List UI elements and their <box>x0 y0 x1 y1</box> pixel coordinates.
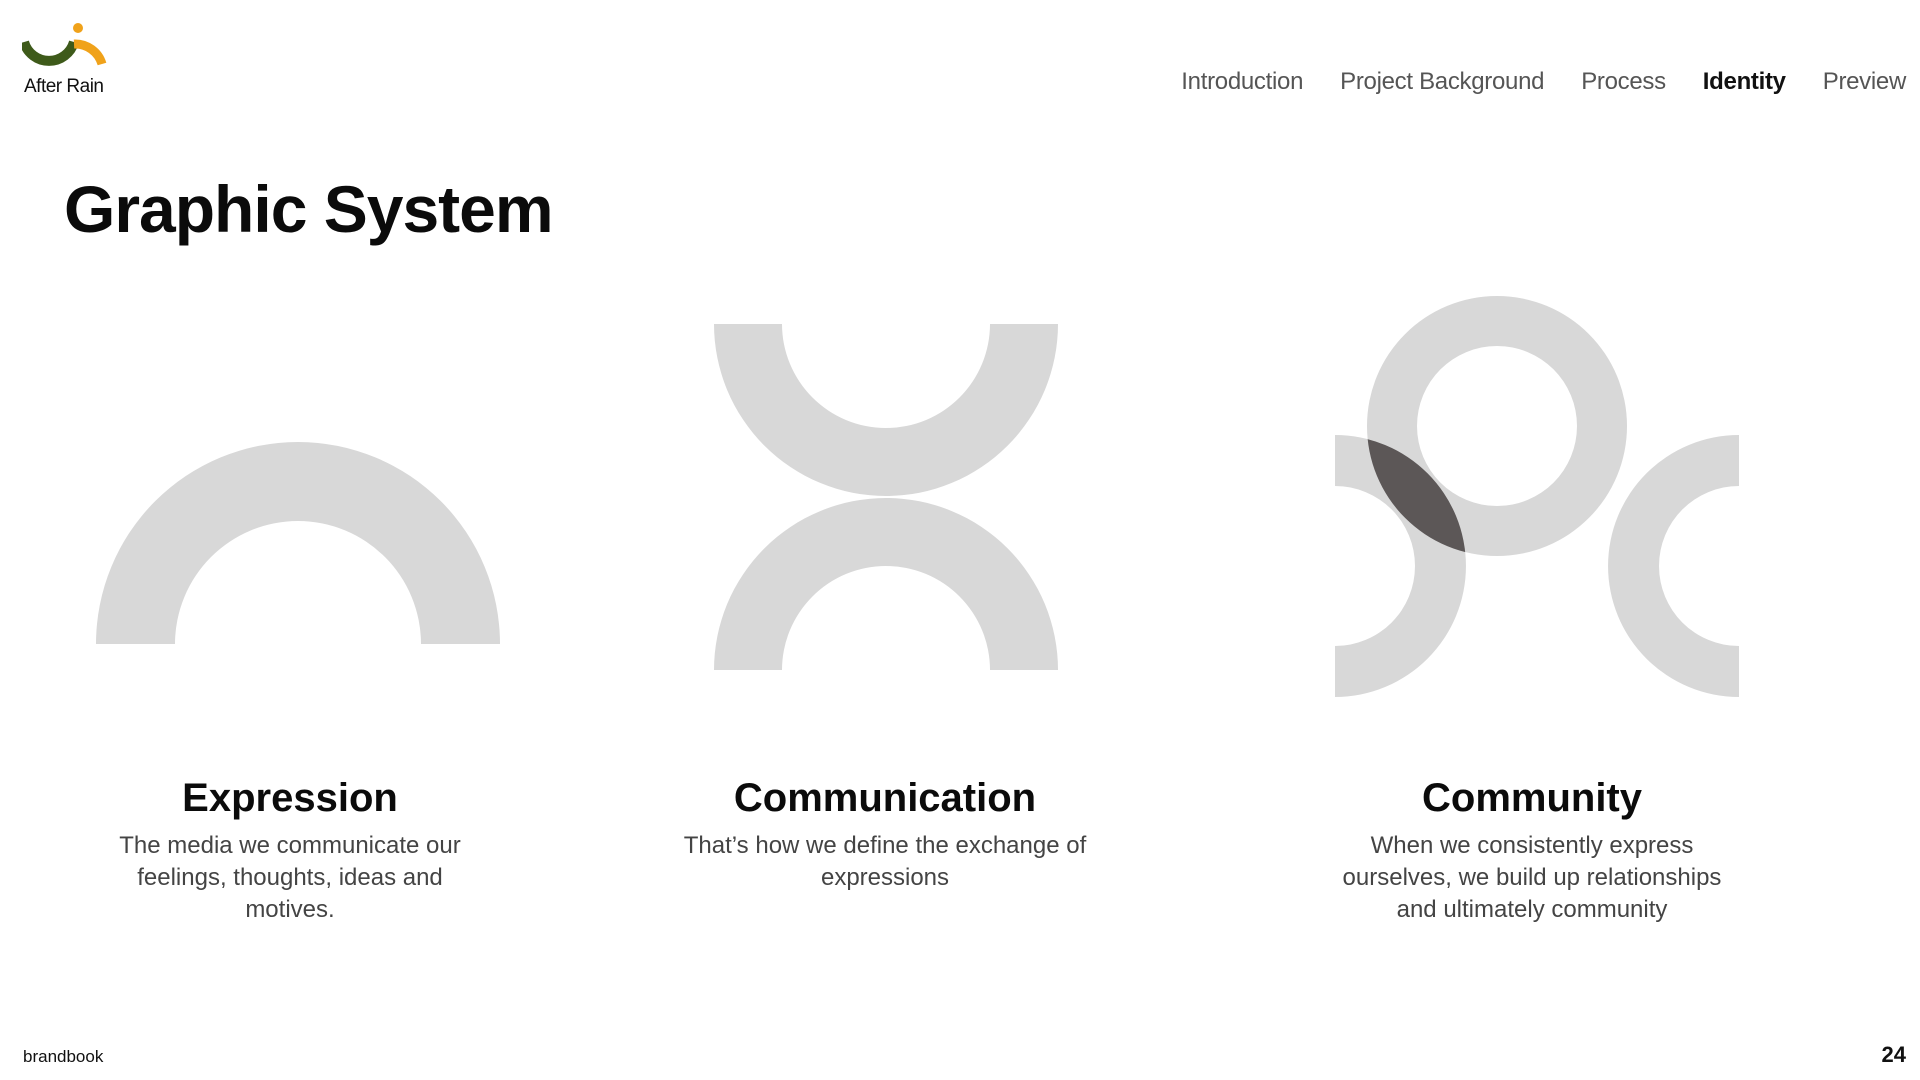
after-rain-logo[interactable]: After Rain <box>22 22 112 102</box>
page-title: Graphic System <box>64 172 554 246</box>
section-title: Community <box>1422 776 1642 820</box>
expression-graphic <box>96 442 500 644</box>
page-number: 24 <box>1881 1042 1906 1067</box>
nav-item-preview[interactable]: Preview <box>1823 68 1907 96</box>
section-description: The media we communicate our feelings, t… <box>119 832 461 923</box>
nav-item-identity[interactable]: Identity <box>1703 68 1786 96</box>
section-description: That’s how we define the exchange of exp… <box>683 832 1087 891</box>
logo-mark-icon <box>22 23 107 66</box>
top-navigation: Introduction Project Background Process … <box>1181 68 1906 96</box>
logo-text: After Rain <box>24 76 104 97</box>
slide-page: After Rain Introduction Project Backgrou… <box>0 0 1920 1080</box>
nav-item-introduction[interactable]: Introduction <box>1181 68 1303 96</box>
expression-caption: Expression The media we communicate our … <box>30 776 550 926</box>
communication-graphic <box>714 324 1058 670</box>
nav-item-project-background[interactable]: Project Background <box>1340 68 1544 96</box>
footer-brandbook-label: brandbook <box>23 1047 104 1066</box>
section-title: Expression <box>182 776 398 820</box>
community-caption: Community When we consistently express o… <box>1272 776 1792 926</box>
community-graphic <box>1335 296 1739 697</box>
nav-item-process[interactable]: Process <box>1581 68 1666 96</box>
section-description: When we consistently express ourselves, … <box>1342 832 1722 923</box>
section-title: Communication <box>733 776 1037 820</box>
communication-caption: Communication That’s how we define the e… <box>625 776 1145 894</box>
